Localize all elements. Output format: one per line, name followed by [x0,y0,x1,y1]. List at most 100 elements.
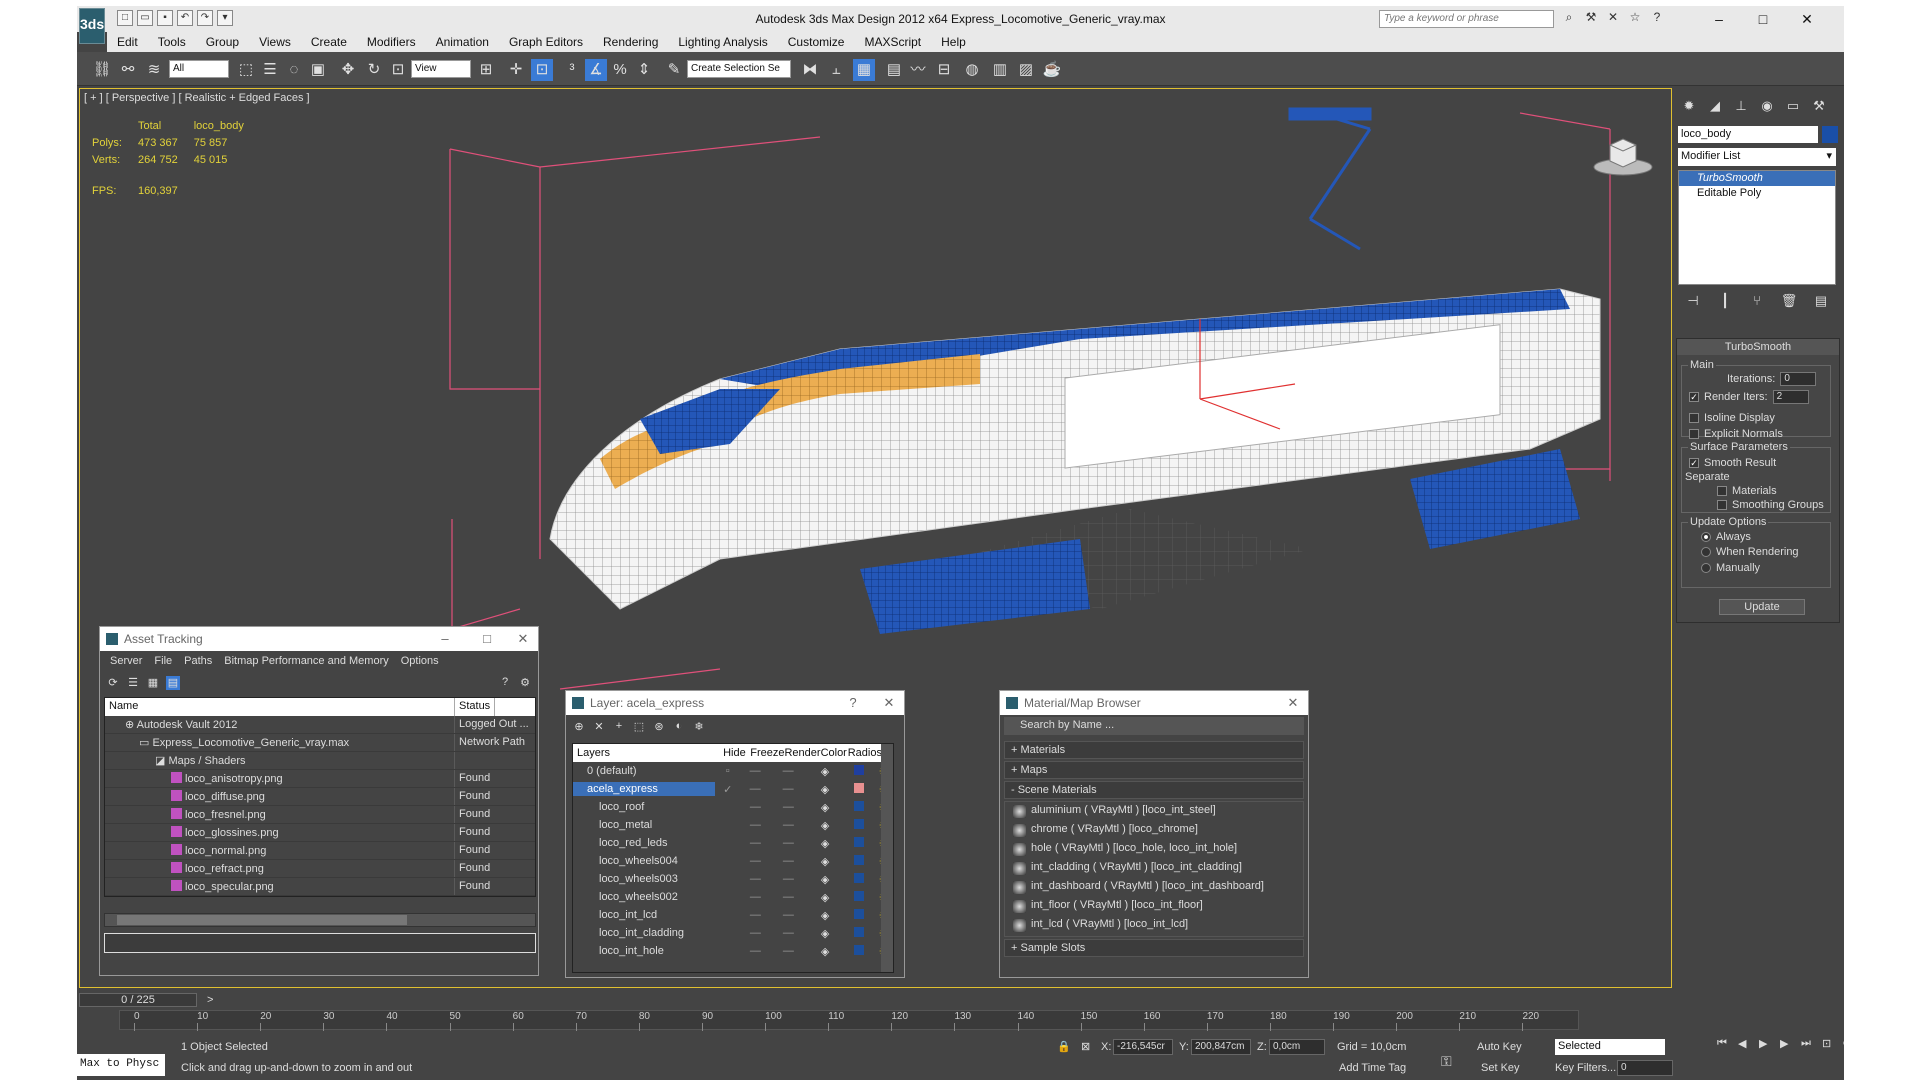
asset-row[interactable]: loco_specular.png Found [105,878,535,896]
materials-checkbox[interactable] [1717,486,1727,496]
layer-freeze-toggle[interactable]: — [771,819,807,831]
materials-section[interactable]: + Materials [1004,741,1304,759]
table-view-icon[interactable]: ▤ [166,676,180,690]
create-tab-icon[interactable]: ✹ [1680,98,1698,116]
layer-hide-toggle[interactable]: — [740,855,770,867]
align-icon[interactable]: ⫠ [825,59,847,81]
material-item[interactable]: hole ( VRayMtl ) [loco_hole, loco_int_ho… [1005,840,1303,859]
object-color-swatch[interactable] [1822,126,1838,143]
col-layers[interactable]: Layers [573,747,723,759]
layer-color-swatch[interactable] [844,764,874,778]
communication-icon[interactable]: ✕ [1605,10,1621,26]
iterations-spinner[interactable]: 0 [1780,372,1817,386]
menu-help[interactable]: Help [931,35,976,49]
menu-rendering[interactable]: Rendering [593,35,668,49]
scale-icon[interactable]: ⊡ [387,59,409,81]
menu-animation[interactable]: Animation [426,35,499,49]
pivot-center-icon[interactable]: ⊞ [475,59,497,81]
layer-render-icon[interactable]: ◈ [806,819,844,832]
next-frame-icon[interactable]: ▶ [1780,1037,1794,1051]
snaps-toggle-icon[interactable]: ³ [561,59,583,81]
make-unique-icon[interactable]: ⑂ [1748,293,1766,311]
layer-freeze-toggle[interactable]: — [771,891,807,903]
isoline-checkbox[interactable] [1689,413,1699,423]
menu-maxscript[interactable]: MAXScript [854,35,931,49]
close-button[interactable]: ✕ [1785,6,1829,32]
unlink-icon[interactable]: ⚯ [117,59,139,81]
previous-frame-icon[interactable]: ◀ [1738,1037,1752,1051]
layer-render-icon[interactable]: ◈ [806,909,844,922]
menu-lighting-analysis[interactable]: Lighting Analysis [668,35,777,49]
asset-row[interactable]: loco_anisotropy.png Found [105,770,535,788]
layer-freeze-toggle[interactable]: — [771,855,807,867]
maximize-button[interactable]: □ [1741,6,1785,32]
lock-selection-icon[interactable]: 🔒 [1057,1040,1071,1053]
y-coordinate-field[interactable]: 200,847cm [1191,1039,1251,1055]
layer-render-icon[interactable]: ◈ [806,765,844,778]
asset-row[interactable]: loco_glossines.png Found [105,824,535,842]
col-hide[interactable]: Hide [723,747,750,759]
layer-render-icon[interactable]: ◈ [806,945,844,958]
dialog-close-button[interactable]: ✕ [508,627,538,651]
material-editor-icon[interactable]: ◍ [961,59,983,81]
highlight-layer-icon[interactable]: ⊛ [652,720,666,734]
track-bar[interactable]: 0 10 20 30 40 50 60 70 80 90 100 110 120 130 140 150 160… [119,1010,1579,1031]
layer-row[interactable]: loco_red_leds——◈☀ [573,834,893,852]
col-status-header[interactable]: Status [455,698,496,716]
layer-render-icon[interactable]: ◈ [806,873,844,886]
select-in-layer-icon[interactable]: ⬚ [632,720,646,734]
select-manipulate-icon[interactable]: ✛ [505,59,527,81]
display-tab-icon[interactable]: ▭ [1784,98,1802,116]
render-production-icon[interactable]: ☕ [1041,59,1063,81]
mirror-icon[interactable]: ⧓ [799,59,821,81]
layer-hide-toggle[interactable]: — [740,927,770,939]
when-rendering-radio[interactable] [1701,547,1711,557]
zoom-extents-icon[interactable]: ⊡ [1822,1037,1836,1051]
graphite-ribbon-icon[interactable]: ▤ [883,59,905,81]
scrollbar-thumb[interactable] [117,915,407,925]
layer-current-icon[interactable]: ▫ [715,765,740,777]
material-browser-close-button[interactable]: ✕ [1278,691,1308,715]
object-name-field[interactable]: loco_body [1678,126,1818,143]
set-key-button[interactable]: Set Key [1481,1062,1520,1074]
layer-row[interactable]: loco_int_hole——◈☀ [573,942,893,960]
selection-region-icon[interactable]: ◌ [283,59,305,81]
layer-color-swatch[interactable] [844,818,874,832]
search-input[interactable]: Type a keyword or phrase [1379,10,1554,28]
at-settings-icon[interactable]: ⚙ [518,676,532,690]
render-iters-checkbox[interactable]: ✓ [1689,392,1699,402]
move-icon[interactable]: ✥ [337,59,359,81]
at-menu-options[interactable]: Options [395,655,445,667]
named-selection-dropdown[interactable]: Create Selection Se [687,60,791,78]
material-search-input[interactable]: Search by Name ... [1004,717,1304,735]
add-time-tag[interactable]: Add Time Tag [1339,1062,1406,1074]
layer-hide-toggle[interactable]: — [740,873,770,885]
select-by-name-icon[interactable]: ☰ [259,59,281,81]
layer-render-icon[interactable]: ◈ [806,891,844,904]
select-link-icon[interactable]: ⛓ [91,59,113,81]
layer-current-icon[interactable]: ✓ [715,783,740,796]
layer-color-swatch[interactable] [844,800,874,814]
modify-tab-icon[interactable]: ◢ [1706,98,1724,116]
layer-manager-icon[interactable]: ▦ [853,59,875,81]
layer-freeze-toggle[interactable]: — [770,783,806,795]
at-menu-file[interactable]: File [148,655,178,667]
asset-row[interactable]: loco_refract.png Found [105,860,535,878]
layer-freeze-toggle[interactable]: — [771,945,807,957]
bind-space-warp-icon[interactable]: ≋ [143,59,165,81]
asset-row[interactable]: ⊕ Autodesk Vault 2012 Logged Out ... [105,716,535,734]
menu-tools[interactable]: Tools [148,35,196,49]
spinner-snap-icon[interactable]: ⇕ [633,59,655,81]
curve-editor-icon[interactable]: 〰 [907,59,929,81]
layer-freeze-toggle[interactable]: — [771,909,807,921]
layer-scrollbar[interactable] [881,744,893,972]
material-item[interactable]: int_dashboard ( VRayMtl ) [loco_int_dash… [1005,878,1303,897]
configure-sets-icon[interactable]: ▤ [1812,293,1830,311]
schematic-view-icon[interactable]: ⊟ [933,59,955,81]
sample-slots-section[interactable]: + Sample Slots [1004,939,1304,957]
material-item[interactable]: int_cladding ( VRayMtl ) [loco_int_cladd… [1005,859,1303,878]
update-button[interactable]: Update [1719,599,1805,615]
dialog-maximize-button[interactable]: □ [472,627,502,651]
layer-render-icon[interactable]: ◈ [806,783,844,796]
at-menu-paths[interactable]: Paths [178,655,218,667]
